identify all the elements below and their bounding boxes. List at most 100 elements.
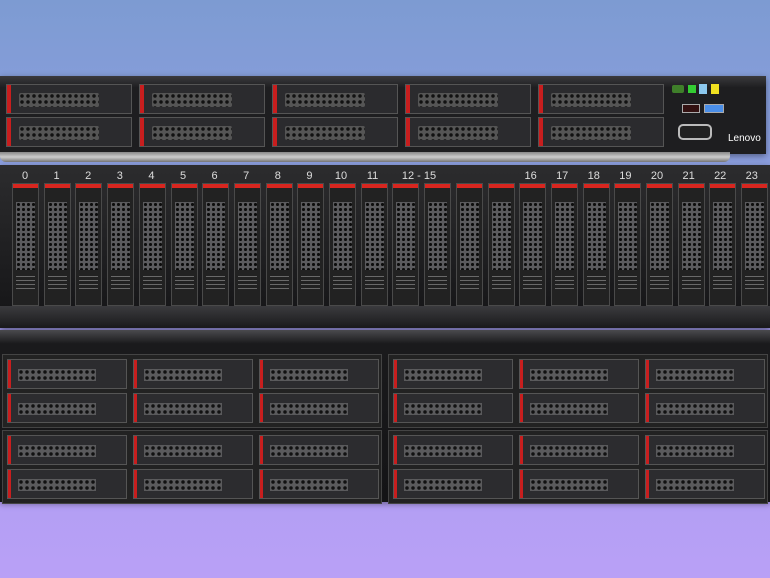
drive-bay[interactable] xyxy=(259,435,379,465)
drive-bay[interactable] xyxy=(133,393,253,423)
vent-grille xyxy=(19,126,99,140)
usb3-port-icon xyxy=(704,104,724,113)
drive-bay[interactable] xyxy=(645,359,765,389)
vent-grille xyxy=(270,479,348,491)
vent-grille xyxy=(530,369,608,381)
drive-bay[interactable] xyxy=(424,183,452,306)
bay-number-label: 7 xyxy=(243,170,250,182)
bay-number-label: 11 xyxy=(366,170,379,182)
vent-grille xyxy=(530,403,608,415)
drive-bay[interactable] xyxy=(393,469,513,499)
drive-bay[interactable] xyxy=(202,183,230,306)
bay-number-label: 22 xyxy=(714,170,727,182)
drive-bay[interactable] xyxy=(7,393,127,423)
bay-number-label: 20 xyxy=(650,170,664,182)
drive-bay[interactable] xyxy=(7,469,127,499)
drive-bay[interactable] xyxy=(170,183,198,306)
drive-bay[interactable] xyxy=(519,469,639,499)
drive-bay[interactable] xyxy=(645,435,765,465)
drive-bay[interactable] xyxy=(645,393,765,423)
drive-bay[interactable] xyxy=(709,183,737,306)
drive-bay[interactable] xyxy=(139,117,265,147)
compute-node xyxy=(2,354,382,428)
bay-number-label: 4 xyxy=(148,170,155,182)
vent-grille xyxy=(656,403,734,415)
drive-bay[interactable] xyxy=(233,183,261,306)
drive-bay[interactable] xyxy=(614,183,642,306)
bay-number-label: 5 xyxy=(179,170,187,182)
drive-bay[interactable] xyxy=(405,84,531,114)
vent-grille xyxy=(745,202,765,270)
drive-bay[interactable] xyxy=(519,183,547,306)
drive-bay[interactable] xyxy=(297,183,325,306)
drive-bay[interactable] xyxy=(538,84,664,114)
vent-grille xyxy=(459,202,479,270)
drive-bay[interactable] xyxy=(677,183,705,306)
drive-bay[interactable] xyxy=(139,84,265,114)
bay-number-label: 23 xyxy=(745,170,758,182)
bay-number-label: 18 xyxy=(587,170,600,182)
drive-bay[interactable] xyxy=(519,435,639,465)
vent-grille xyxy=(586,202,606,270)
drive-bay[interactable] xyxy=(12,183,39,306)
drive-bay[interactable] xyxy=(550,183,578,306)
drive-bay[interactable] xyxy=(107,183,135,306)
drive-bay[interactable] xyxy=(538,117,664,147)
vent-grille xyxy=(404,445,482,457)
vent-grille xyxy=(174,202,194,270)
drive-bay[interactable] xyxy=(329,183,356,306)
drive-bay[interactable] xyxy=(392,183,420,306)
drive-bay[interactable] xyxy=(741,183,769,306)
drive-bay[interactable] xyxy=(487,183,515,306)
vent-grille xyxy=(142,202,162,270)
drive-bay[interactable] xyxy=(519,359,639,389)
drive-bay[interactable] xyxy=(259,359,379,389)
drive-bay[interactable] xyxy=(6,117,132,147)
drive-bay[interactable] xyxy=(138,183,166,306)
drive-bay[interactable] xyxy=(360,183,388,306)
drive-bay[interactable] xyxy=(133,359,253,389)
drive-bay[interactable] xyxy=(259,393,379,423)
drive-bay[interactable] xyxy=(133,435,253,465)
vent-grille xyxy=(269,202,289,270)
vent-grille xyxy=(18,369,96,381)
bay-number-label: 12 - 15 xyxy=(401,170,437,182)
drive-bay[interactable] xyxy=(75,183,103,306)
drive-bay[interactable] xyxy=(259,469,379,499)
drive-bay[interactable] xyxy=(455,183,483,306)
bay-number-label: 21 xyxy=(682,170,695,182)
drive-bay[interactable] xyxy=(272,117,398,147)
id-led-icon xyxy=(699,84,707,94)
drive-bay[interactable] xyxy=(645,469,765,499)
drive-bay[interactable] xyxy=(393,435,513,465)
vent-grille xyxy=(79,202,99,270)
vent-grille xyxy=(491,202,511,270)
vent-grille xyxy=(713,202,733,270)
drive-bay[interactable] xyxy=(6,84,132,114)
vent-grille xyxy=(656,445,734,457)
drive-bay[interactable] xyxy=(646,183,673,306)
drive-bay[interactable] xyxy=(133,469,253,499)
drive-bay[interactable] xyxy=(7,435,127,465)
drive-bay[interactable] xyxy=(43,183,71,306)
drive-bay[interactable] xyxy=(582,183,610,306)
drive-bay[interactable] xyxy=(405,117,531,147)
vent-grille xyxy=(206,202,226,270)
error-led-icon xyxy=(711,84,719,94)
vent-grille xyxy=(404,479,482,491)
drive-bay[interactable] xyxy=(393,393,513,423)
vent-grille xyxy=(554,202,574,270)
drive-bay[interactable] xyxy=(272,84,398,114)
vent-grille xyxy=(152,93,232,107)
drive-bay[interactable] xyxy=(7,359,127,389)
network-icon xyxy=(688,85,696,93)
vent-grille xyxy=(152,126,232,140)
drive-bay[interactable] xyxy=(265,183,293,306)
vent-grille xyxy=(530,479,608,491)
vga-port-icon xyxy=(678,124,712,140)
vent-grille xyxy=(396,202,416,270)
bay-number-label: 16 xyxy=(524,170,537,182)
brand-logo: Lenovo xyxy=(728,133,761,144)
drive-bay[interactable] xyxy=(393,359,513,389)
drive-bay[interactable] xyxy=(519,393,639,423)
